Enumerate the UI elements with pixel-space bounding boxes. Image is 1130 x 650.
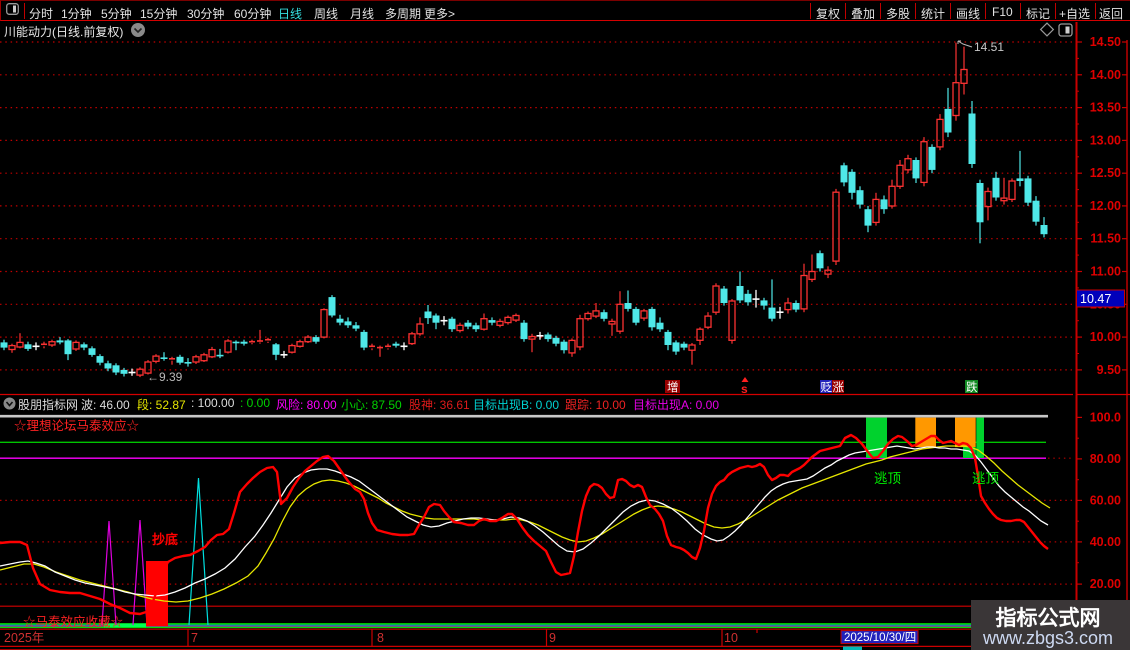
- svg-text:10: 10: [724, 631, 738, 645]
- svg-text:13.00: 13.00: [1090, 133, 1121, 147]
- svg-text:12.50: 12.50: [1090, 166, 1121, 180]
- svg-text:100.0: 100.0: [1090, 410, 1121, 424]
- svg-text:10.00: 10.00: [1090, 330, 1121, 344]
- svg-text:☆马泰效应收藏☆: ☆马泰效应收藏☆: [23, 614, 124, 629]
- svg-text:60.00: 60.00: [1090, 493, 1121, 507]
- svg-text:13.50: 13.50: [1090, 101, 1121, 115]
- svg-text:8: 8: [377, 631, 384, 645]
- svg-text:2025年: 2025年: [4, 631, 44, 645]
- svg-text:20.00: 20.00: [1090, 577, 1121, 591]
- svg-text:12.00: 12.00: [1090, 199, 1121, 213]
- svg-text:11.50: 11.50: [1090, 232, 1121, 246]
- svg-text:逃顶: 逃顶: [972, 471, 999, 486]
- svg-text:40.00: 40.00: [1090, 535, 1121, 549]
- svg-text:增: 增: [667, 380, 679, 394]
- svg-text:涨: 涨: [833, 381, 845, 394]
- svg-text:14.00: 14.00: [1090, 68, 1121, 82]
- svg-text:抄底: 抄底: [152, 532, 178, 547]
- svg-text:14.51: 14.51: [974, 40, 1004, 54]
- svg-text:www.zbgs3.com: www.zbgs3.com: [982, 628, 1113, 648]
- svg-text:2025/10/30/四: 2025/10/30/四: [844, 632, 916, 644]
- svg-text:逃顶: 逃顶: [874, 471, 901, 486]
- svg-text:指标公式网: 指标公式网: [996, 606, 1101, 630]
- svg-text:80.00: 80.00: [1090, 452, 1121, 466]
- svg-text:跌: 跌: [966, 380, 978, 394]
- svg-text:11.00: 11.00: [1090, 265, 1121, 279]
- svg-text:9: 9: [549, 631, 556, 645]
- svg-text:☆理想论坛马泰效应☆: ☆理想论坛马泰效应☆: [14, 418, 140, 433]
- svg-text:←9.39: ←9.39: [147, 370, 183, 384]
- svg-text:10.47: 10.47: [1080, 292, 1111, 306]
- svg-text:9.50: 9.50: [1097, 363, 1121, 377]
- svg-text:贬: 贬: [821, 381, 833, 394]
- svg-text:7: 7: [191, 631, 198, 645]
